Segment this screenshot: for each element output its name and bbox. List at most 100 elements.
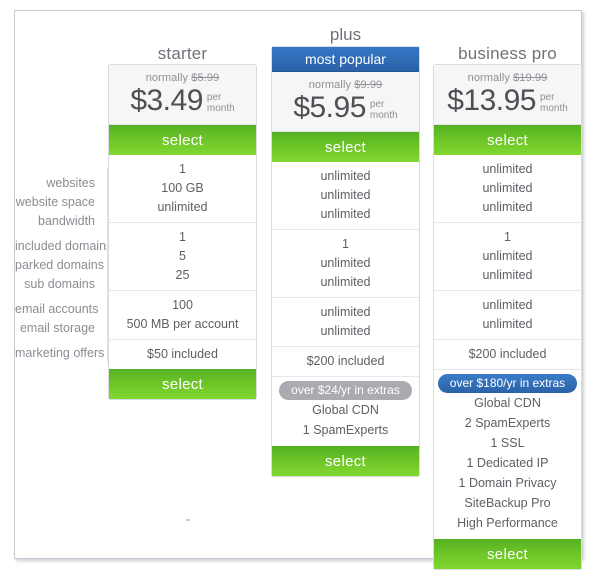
feature-group-spacer xyxy=(434,334,581,339)
extras-plus: over $24/yr in extras Global CDN 1 SpamExp… xyxy=(272,376,419,446)
feature-label: sub domains xyxy=(24,277,95,291)
price-amount-starter: $3.49 xyxy=(130,84,203,117)
extra-item: SiteBackup Pro xyxy=(464,496,551,510)
feature-value: unlimited xyxy=(320,305,371,319)
feature-label: parked domains xyxy=(15,258,104,272)
price-period-business-pro: per month xyxy=(540,92,568,116)
feature-value: 1 xyxy=(179,162,186,176)
feature-value-group: 1 100 GB unlimited xyxy=(109,155,256,223)
feature-label: websites xyxy=(46,176,95,190)
price-per-word: per xyxy=(369,99,385,110)
feature-value: 1 xyxy=(179,230,186,244)
price-box-plus: normally $9.99 $5.95 per month xyxy=(272,72,419,132)
feature-value: unlimited xyxy=(482,249,533,263)
feature-value: 1 xyxy=(504,230,511,244)
feature-value-group: $50 included xyxy=(109,340,256,369)
extra-item: Global CDN xyxy=(474,396,541,410)
features-business-pro: unlimited unlimited unlimited 1 unlimited unl… xyxy=(434,155,581,369)
feature-label-group: included domains parked domains sub domain… xyxy=(15,231,113,294)
price-period-starter: per month xyxy=(207,92,235,116)
feature-value: unlimited xyxy=(320,324,371,338)
plan-title-plus: plus xyxy=(329,25,362,44)
plan-card-starter: normally $5.99 $3.49 per month select 11… xyxy=(108,64,257,400)
select-button-plus-top[interactable]: select xyxy=(272,132,419,162)
feature-group-spacer xyxy=(109,334,256,339)
feature-group-spacer xyxy=(109,285,256,290)
price-amount-plus: $5.95 xyxy=(293,91,366,124)
price-line-business-pro: $13.95 per month xyxy=(434,86,581,116)
feature-label-group: marketing offers xyxy=(15,338,107,363)
price-per-word: per xyxy=(206,92,222,103)
select-button-business-pro-bottom[interactable]: select xyxy=(434,539,581,569)
pricing-table-panel: starter plus business pro websites websit… xyxy=(14,10,582,570)
plan-card-plus: most popular normally $9.99 $5.95 per mo… xyxy=(271,46,420,477)
select-button-plus-bottom[interactable]: select xyxy=(272,446,419,476)
price-period-plus: per month xyxy=(370,99,398,123)
price-line-starter: $3.49 per month xyxy=(109,86,256,116)
feature-value: unlimited xyxy=(320,188,371,202)
feature-value: unlimited xyxy=(482,162,533,176)
feature-value: unlimited xyxy=(482,200,533,214)
feature-value: unlimited xyxy=(482,268,533,282)
price-month-word: month xyxy=(539,103,568,114)
feature-value-group: 1 unlimited unlimited xyxy=(272,230,419,298)
feature-label: bandwidth xyxy=(38,214,95,228)
feature-value-group: unlimited unlimited xyxy=(272,298,419,347)
feature-value: 100 GB xyxy=(161,181,204,195)
extra-item: High Performance xyxy=(457,516,558,530)
feature-label: website space xyxy=(15,195,95,209)
normally-prefix: normally xyxy=(145,72,189,84)
feature-group-spacer xyxy=(272,224,419,229)
feature-value: $50 included xyxy=(147,347,218,361)
feature-label-group: websites website space bandwidth xyxy=(15,168,107,231)
feature-value-group: $200 included xyxy=(434,340,581,369)
select-button-starter-bottom[interactable]: select xyxy=(109,369,256,399)
extra-item: Global CDN xyxy=(312,403,379,417)
select-button-business-pro-top[interactable]: select xyxy=(434,125,581,155)
feature-value: unlimited xyxy=(320,275,371,289)
feature-label: email storage xyxy=(19,321,95,335)
feature-group-spacer xyxy=(272,341,419,346)
price-per-word: per xyxy=(539,92,555,103)
price-box-business-pro: normally $19.99 $13.95 per month xyxy=(434,65,581,125)
price-line-plus: $5.95 per month xyxy=(272,93,419,123)
feature-value: unlimited xyxy=(320,256,371,270)
feature-value: 100 xyxy=(172,298,193,312)
extra-item: 1 SSL xyxy=(490,436,525,450)
feature-value-group: 1 5 25 xyxy=(109,223,256,291)
feature-value-group: $200 included xyxy=(272,347,419,376)
extra-item: 1 SpamExperts xyxy=(302,423,389,437)
feature-value: unlimited xyxy=(320,169,371,183)
feature-label-group: email accounts email storage xyxy=(15,294,107,338)
feature-label: included domains xyxy=(15,239,113,253)
price-month-word: month xyxy=(206,103,235,114)
feature-value: 500 MB per account xyxy=(126,317,239,331)
normally-prefix: normally xyxy=(467,72,510,84)
extra-item: 1 Domain Privacy xyxy=(458,476,557,490)
price-box-starter: normally $5.99 $3.49 per month xyxy=(109,65,256,125)
extra-item: 1 Dedicated IP xyxy=(466,456,549,470)
feature-value: unlimited xyxy=(320,207,371,221)
feature-value: 25 xyxy=(175,268,190,282)
feature-group-spacer xyxy=(434,217,581,222)
extras-business-pro: over $180/yr in extras Global CDN 2 SpamEx… xyxy=(434,369,581,539)
feature-value-group: 100 500 MB per account xyxy=(109,291,256,340)
feature-group-spacer xyxy=(272,292,419,297)
features-plus: unlimited unlimited unlimited 1 unlimited unl… xyxy=(272,162,419,376)
feature-value: unlimited xyxy=(157,200,208,214)
normally-prefix: normally xyxy=(308,79,352,91)
normally-old-price: $19.99 xyxy=(513,72,548,84)
feature-value-group: unlimited unlimited unlimited xyxy=(272,162,419,230)
page-artifact-dot xyxy=(186,519,190,521)
select-button-starter-top[interactable]: select xyxy=(109,125,256,155)
normally-old-price: $9.99 xyxy=(354,79,383,91)
feature-value-group: unlimited unlimited xyxy=(434,291,581,340)
price-month-word: month xyxy=(369,110,398,121)
feature-value: $200 included xyxy=(306,354,385,368)
plan-title-business-pro: business pro xyxy=(458,44,557,63)
feature-value: unlimited xyxy=(482,317,533,331)
extras-pill: over $24/yr in extras xyxy=(279,381,412,400)
plan-title-starter: starter xyxy=(157,44,208,63)
features-starter: 1 100 GB unlimited 1 5 25 100 500 MB per accoun… xyxy=(109,155,256,369)
plan-card-business-pro: normally $19.99 $13.95 per month select … xyxy=(433,64,582,570)
